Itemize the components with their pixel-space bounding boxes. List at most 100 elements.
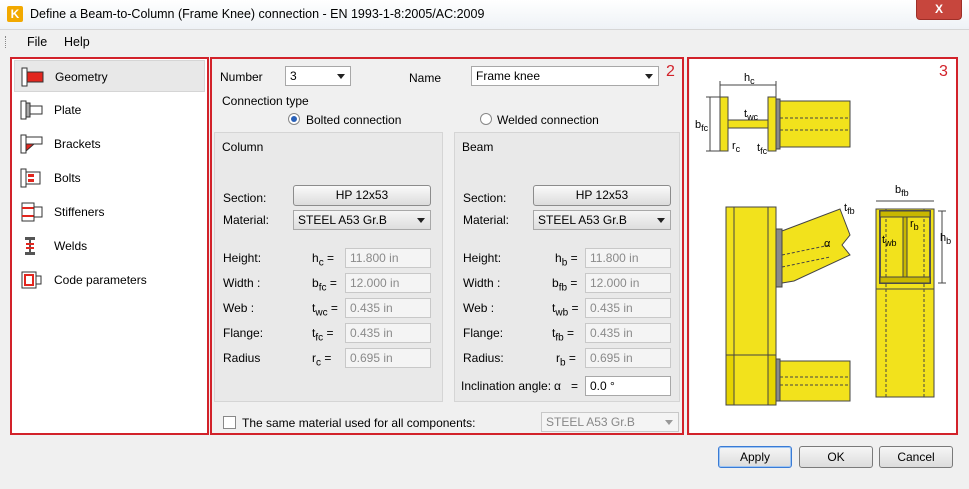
dim-twc: twc bbox=[744, 108, 759, 122]
same-material-select[interactable]: STEEL A53 Gr.B bbox=[541, 412, 679, 432]
dim-bfc: bfc bbox=[695, 119, 709, 133]
nav-item-bolts[interactable]: Bolts bbox=[14, 162, 205, 194]
column-title: Column bbox=[222, 140, 264, 154]
nav-list: 1 Geometry Plate Brackets Bolts bbox=[12, 59, 207, 433]
app-logo-icon: K bbox=[7, 6, 23, 22]
number-select[interactable]: 3 bbox=[285, 66, 351, 86]
name-label: Name bbox=[409, 71, 442, 85]
beam-side-view bbox=[781, 208, 851, 284]
column-flange-field[interactable]: 0.435 in bbox=[345, 323, 431, 343]
inclination-label: Inclination angle: bbox=[461, 379, 552, 393]
column-material-label: Material: bbox=[223, 213, 270, 227]
beam-section-button[interactable]: HP 12x53 bbox=[533, 185, 671, 206]
column-endplate bbox=[775, 228, 783, 288]
beam-flange-field[interactable]: 0.435 in bbox=[585, 323, 671, 343]
column-width-label: Width : bbox=[223, 276, 261, 290]
column-material-select[interactable]: STEEL A53 Gr.B bbox=[293, 210, 431, 230]
inclination-field[interactable]: 0.0 ° bbox=[585, 376, 671, 396]
bolted-label[interactable]: Bolted connection bbox=[306, 113, 401, 127]
name-select-value: Frame knee bbox=[476, 69, 541, 83]
dim-bfb: bfb bbox=[895, 184, 909, 198]
column-radius-symbol: rc = bbox=[312, 351, 332, 369]
column-material-value: STEEL A53 Gr.B bbox=[298, 213, 387, 227]
stiffeners-icon bbox=[21, 202, 43, 222]
nav-label-code-parameters: Code parameters bbox=[54, 273, 147, 287]
menu-grip-icon bbox=[5, 36, 8, 48]
same-material-label: The same material used for all component… bbox=[242, 416, 476, 430]
bolts-icon bbox=[20, 168, 41, 188]
beam-height-symbol: hb = bbox=[555, 251, 578, 269]
dim-tfc: tfc bbox=[757, 142, 768, 156]
beam-web-symbol: twb = bbox=[552, 301, 579, 319]
beam-top-view bbox=[779, 100, 851, 148]
beam-material-select[interactable]: STEEL A53 Gr.B bbox=[533, 210, 671, 230]
number-select-value: 3 bbox=[290, 69, 297, 83]
connection-type-label: Connection type bbox=[222, 94, 309, 108]
welded-radio[interactable] bbox=[480, 113, 492, 125]
ok-button[interactable]: OK bbox=[799, 446, 873, 468]
column-section-label: Section: bbox=[223, 191, 267, 205]
menu-file[interactable]: File bbox=[27, 35, 47, 49]
code-parameters-icon bbox=[21, 271, 42, 289]
beam-bottom-view bbox=[779, 360, 851, 402]
nav-label-welds: Welds bbox=[54, 239, 88, 253]
column-web-field[interactable]: 0.435 in bbox=[345, 298, 431, 318]
connection-preview: 3 hc bfc twc rc tfc α bfb tfb twb rb hb bbox=[690, 59, 956, 433]
geometry-icon bbox=[21, 67, 44, 87]
column-section-flange-left bbox=[719, 96, 729, 152]
preview-drawing: hc bfc twc rc tfc α bfb tfb twb rb hb bbox=[695, 72, 951, 406]
beam-flange-symbol: tfb = bbox=[552, 326, 575, 344]
nav-item-welds[interactable]: Welds bbox=[14, 230, 205, 262]
column-radius-field[interactable]: 0.695 in bbox=[345, 348, 431, 368]
brackets-icon bbox=[20, 134, 43, 154]
beam-width-field[interactable]: 12.000 in bbox=[585, 273, 671, 293]
column-section-button[interactable]: HP 12x53 bbox=[293, 185, 431, 206]
column-flange-label: Flange: bbox=[223, 326, 264, 340]
dim-alpha: α bbox=[824, 238, 831, 250]
number-label: Number bbox=[220, 70, 263, 84]
nav-label-brackets: Brackets bbox=[54, 137, 101, 151]
chevron-down-icon bbox=[417, 218, 425, 223]
beam-material-label: Material: bbox=[463, 213, 510, 227]
apply-button[interactable]: Apply bbox=[718, 446, 792, 468]
column-radius-label: Radius bbox=[223, 351, 261, 365]
cancel-button[interactable]: Cancel bbox=[879, 446, 953, 468]
column-section-flange-right bbox=[767, 96, 777, 152]
column-width-field[interactable]: 12.000 in bbox=[345, 273, 431, 293]
welded-label[interactable]: Welded connection bbox=[497, 113, 599, 127]
column-height-symbol: hc = bbox=[312, 251, 335, 269]
nav-item-geometry[interactable]: Geometry bbox=[14, 60, 205, 92]
nav-item-plate[interactable]: Plate bbox=[14, 94, 205, 126]
beam-width-symbol: bfb = bbox=[552, 276, 578, 294]
close-button[interactable]: X bbox=[916, 0, 962, 20]
bolted-radio[interactable] bbox=[288, 113, 300, 125]
beam-flange-label: Flange: bbox=[463, 326, 504, 340]
name-select[interactable]: Frame knee bbox=[471, 66, 659, 86]
nav-item-code-parameters[interactable]: Code parameters bbox=[14, 264, 205, 296]
menu-help[interactable]: Help bbox=[64, 35, 90, 49]
beam-width-label: Width : bbox=[463, 276, 501, 290]
beam-section-label: Section: bbox=[463, 191, 507, 205]
beam-web-label: Web : bbox=[463, 301, 495, 315]
dim-rc: rc bbox=[732, 140, 741, 154]
beam-radius-symbol: rb = bbox=[556, 351, 576, 369]
panel-number-2: 2 bbox=[666, 63, 675, 80]
chevron-down-icon bbox=[665, 420, 673, 425]
plate-icon bbox=[20, 100, 43, 120]
column-web-symbol: twc = bbox=[312, 301, 338, 319]
window-title: Define a Beam-to-Column (Frame Knee) con… bbox=[30, 7, 485, 21]
nav-item-stiffeners[interactable]: Stiffeners bbox=[14, 196, 205, 228]
chevron-down-icon bbox=[337, 74, 345, 79]
nav-label-stiffeners: Stiffeners bbox=[54, 205, 105, 219]
title-bar: K Define a Beam-to-Column (Frame Knee) c… bbox=[0, 0, 969, 30]
column-height-label: Height: bbox=[223, 251, 262, 265]
dim-tfb: tfb bbox=[844, 202, 855, 216]
beam-web-field[interactable]: 0.435 in bbox=[585, 298, 671, 318]
column-height-field[interactable]: 11.800 in bbox=[345, 248, 431, 268]
column-flange-symbol: tfc = bbox=[312, 326, 334, 344]
same-material-checkbox[interactable] bbox=[223, 416, 236, 429]
beam-height-field[interactable]: 11.800 in bbox=[585, 248, 671, 268]
beam-radius-field[interactable]: 0.695 in bbox=[585, 348, 671, 368]
column-web-label: Web : bbox=[223, 301, 255, 315]
nav-item-brackets[interactable]: Brackets bbox=[14, 128, 205, 160]
